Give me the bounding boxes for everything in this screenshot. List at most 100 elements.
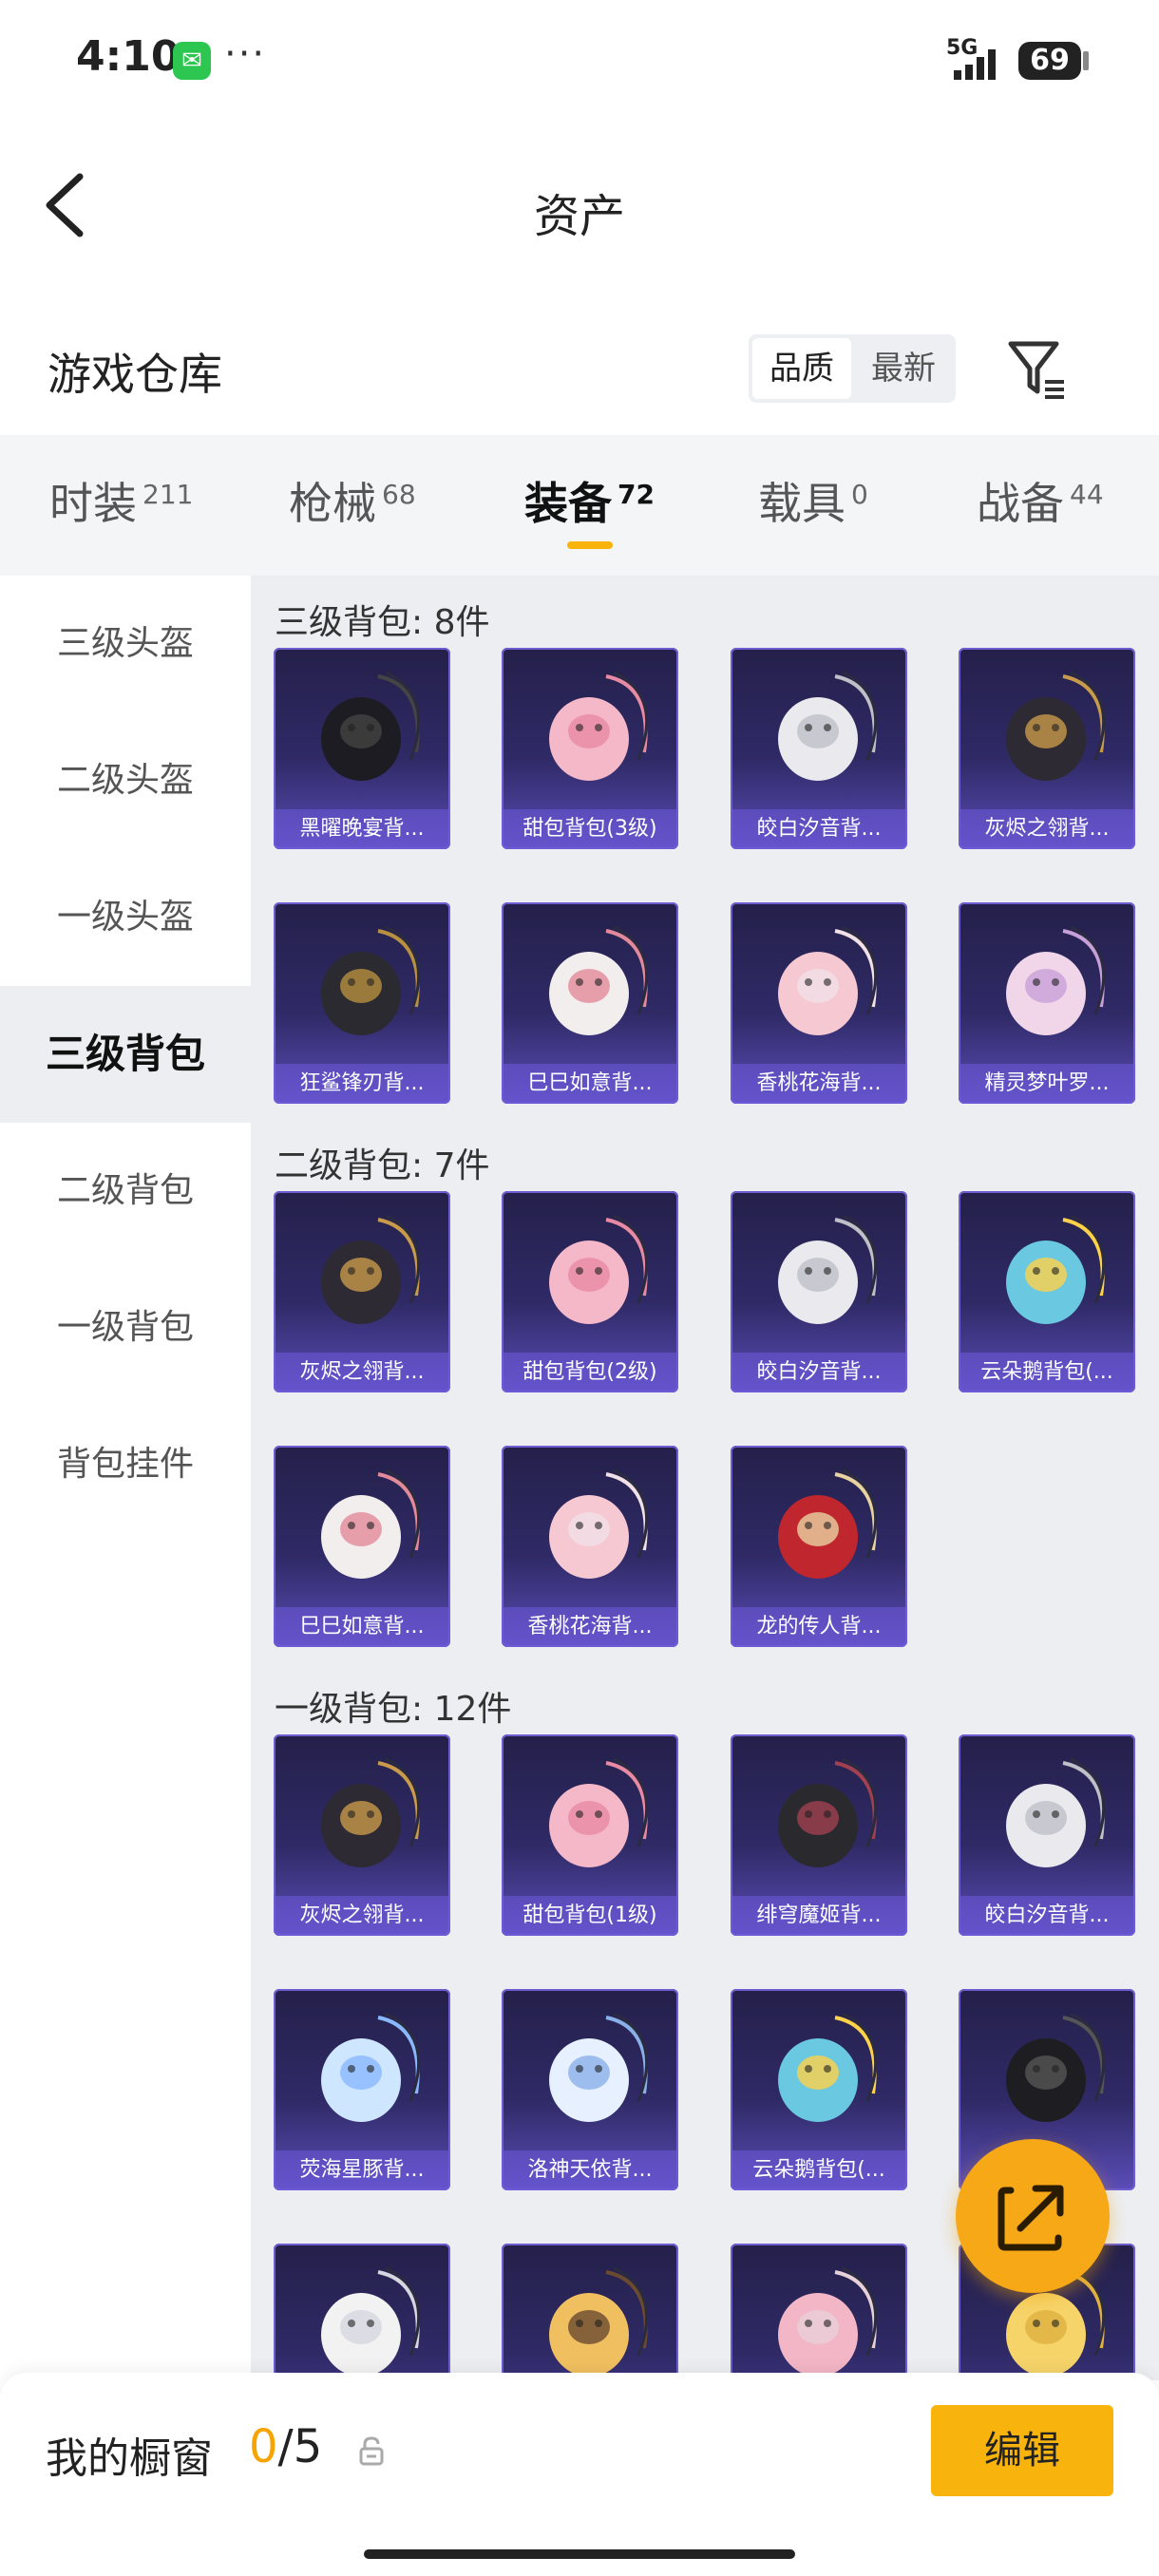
sidebar-item-helmet-lv1[interactable]: 一级头盔 [0,849,251,986]
item-card[interactable] [502,2244,678,2380]
status-time: 4:10 [76,32,180,81]
tab-label: 载具 [758,478,846,529]
tab-label: 枪械 [289,478,376,529]
showcase-bar: 我的橱窗 0/5 编辑 [0,2373,1159,2576]
item-card[interactable]: 云朵鹅背包(... [959,1191,1135,1392]
section-title: 一级背包: 12件 [275,1690,512,1729]
item-card[interactable]: 洛神天依背... [502,1989,678,2190]
page-title: 资产 [533,190,625,243]
item-label: 黑曜晚宴背... [274,809,450,849]
sidebar: 三级头盔 二级头盔 一级头盔 三级背包 二级背包 一级背包 背包挂件 [0,576,251,2380]
showcase-label: 我的橱窗 [46,2434,213,2483]
item-label: 甜包背包(2级) [502,1353,678,1392]
item-grid: 三级背包: 8件 黑曜晚宴背... 甜包背包(3级) 皎白汐音背... 灰烬之翎背...… [251,576,1159,2380]
item-card[interactable]: 灰烬之翎背... [274,1191,450,1392]
white-shell-backpack-icon [778,671,878,781]
sidebar-item-helmet-lv2[interactable]: 二级头盔 [0,712,251,849]
item-card[interactable]: 精灵梦叶罗... [959,902,1135,1104]
cloud-goose-backpack-icon [1006,1214,1106,1324]
item-card[interactable]: 香桃花海背... [731,902,907,1104]
share-button[interactable] [956,2139,1110,2293]
tab-firearms[interactable]: 枪械 68 [289,469,416,532]
item-card[interactable]: 巳巳如意背... [502,902,678,1104]
battery-tip-icon [1083,51,1089,70]
item-label: 云朵鹅背包(... [959,1353,1135,1392]
yellow-chick-backpack-icon [549,2266,649,2377]
gold-emblem-backpack-icon [321,1214,421,1324]
item-label: 皎白汐音背... [959,1896,1135,1936]
item-label: 狂鲨锋刃背... [274,1064,450,1104]
item-label: 龙的传人背... [731,1607,907,1647]
item-card[interactable]: 灰烬之翎背... [959,648,1135,849]
white-snake-backpack-icon [549,925,649,1035]
item-card[interactable]: 灰烬之翎背... [274,1734,450,1936]
sidebar-item-backpack-lv2[interactable]: 二级背包 [0,1123,251,1260]
item-card[interactable]: 荧海星豚背... [274,1989,450,2190]
item-card[interactable]: 巳巳如意背... [274,1446,450,1647]
nav-header: 资产 [0,142,1159,266]
item-label: 巳巳如意背... [502,1064,678,1104]
tab-vehicles[interactable]: 载具 0 [758,469,868,532]
item-card[interactable]: 甜包背包(1级) [502,1734,678,1936]
item-card[interactable] [274,2244,450,2380]
tab-combat-prep[interactable]: 战备 44 [977,469,1104,532]
item-label: 香桃花海背... [502,1607,678,1647]
tab-equipment[interactable]: 装备 72 [524,469,655,532]
sidebar-item-backpack-charm[interactable]: 背包挂件 [0,1396,251,1533]
warehouse-title: 游戏仓库 [48,349,222,400]
tab-count: 0 [851,478,868,510]
section-title: 三级背包: 8件 [275,603,490,642]
item-label: 巳巳如意背... [274,1607,450,1647]
gold-emblem-backpack-icon [321,1757,421,1867]
blue-white-backpack-icon [549,2012,649,2122]
active-tab-indicator [567,541,613,549]
tab-count: 72 [618,478,655,510]
pink-bear-backpack-icon [549,671,649,781]
item-card[interactable]: 黑曜晚宴背... [274,648,450,849]
item-card[interactable]: 狂鲨锋刃背... [274,902,450,1104]
item-card[interactable]: 甜包背包(2级) [502,1191,678,1392]
sidebar-item-helmet-lv3[interactable]: 三级头盔 [0,576,251,712]
item-label: 灰烬之翎背... [274,1353,450,1392]
tab-label: 战备 [977,478,1064,529]
signal-icon [954,49,996,80]
item-card[interactable]: 绯穹魔姬背... [731,1734,907,1936]
item-label: 绯穹魔姬背... [731,1896,907,1936]
item-card[interactable]: 云朵鹅背包(... [731,1989,907,2190]
gold-emblem-backpack-icon [1006,671,1106,781]
item-card[interactable]: 皎白汐音背... [959,1734,1135,1936]
item-card[interactable]: 皎白汐音背... [731,1191,907,1392]
dolphin-backpack-icon [321,2012,421,2122]
item-card[interactable]: 龙的传人背... [731,1446,907,1647]
item-card[interactable]: 皎白汐音背... [731,648,907,849]
item-card[interactable] [731,2244,907,2380]
sidebar-item-backpack-lv1[interactable]: 一级背包 [0,1260,251,1396]
tab-fashion[interactable]: 时装 211 [49,469,193,532]
wechat-icon: ✉ [173,42,211,80]
pink-bear-backpack-icon [549,1214,649,1324]
item-label: 精灵梦叶罗... [959,1064,1135,1104]
dark-mask-backpack-icon [778,1757,878,1867]
showcase-count: 0/5 [249,2420,322,2473]
tab-count: 68 [382,478,416,510]
sort-latest-button[interactable]: 最新 [855,338,952,399]
item-label: 甜包背包(1级) [502,1896,678,1936]
pink-bear-backpack-icon [549,1757,649,1867]
sort-quality-button[interactable]: 品质 [752,338,851,399]
item-label: 灰烬之翎背... [959,809,1135,849]
item-card[interactable]: 香桃花海背... [502,1446,678,1647]
tab-label: 装备 [524,478,612,529]
battery-indicator: 69 [1018,42,1081,80]
sidebar-item-backpack-lv3[interactable]: 三级背包 [0,986,251,1123]
white-bunny-backpack-icon [321,2266,421,2377]
warehouse-header: 游戏仓库 品质 最新 [0,313,1159,427]
home-indicator [364,2549,795,2559]
item-card[interactable]: 甜包背包(3级) [502,648,678,849]
filter-icon[interactable] [1005,336,1068,403]
sort-toggle: 品质 最新 [749,334,956,403]
tab-count: 44 [1070,478,1104,510]
share-export-icon [998,2185,1064,2251]
section-title: 二级背包: 7件 [275,1146,490,1185]
lock-icon [359,2436,384,2466]
edit-button[interactable]: 编辑 [931,2405,1113,2496]
